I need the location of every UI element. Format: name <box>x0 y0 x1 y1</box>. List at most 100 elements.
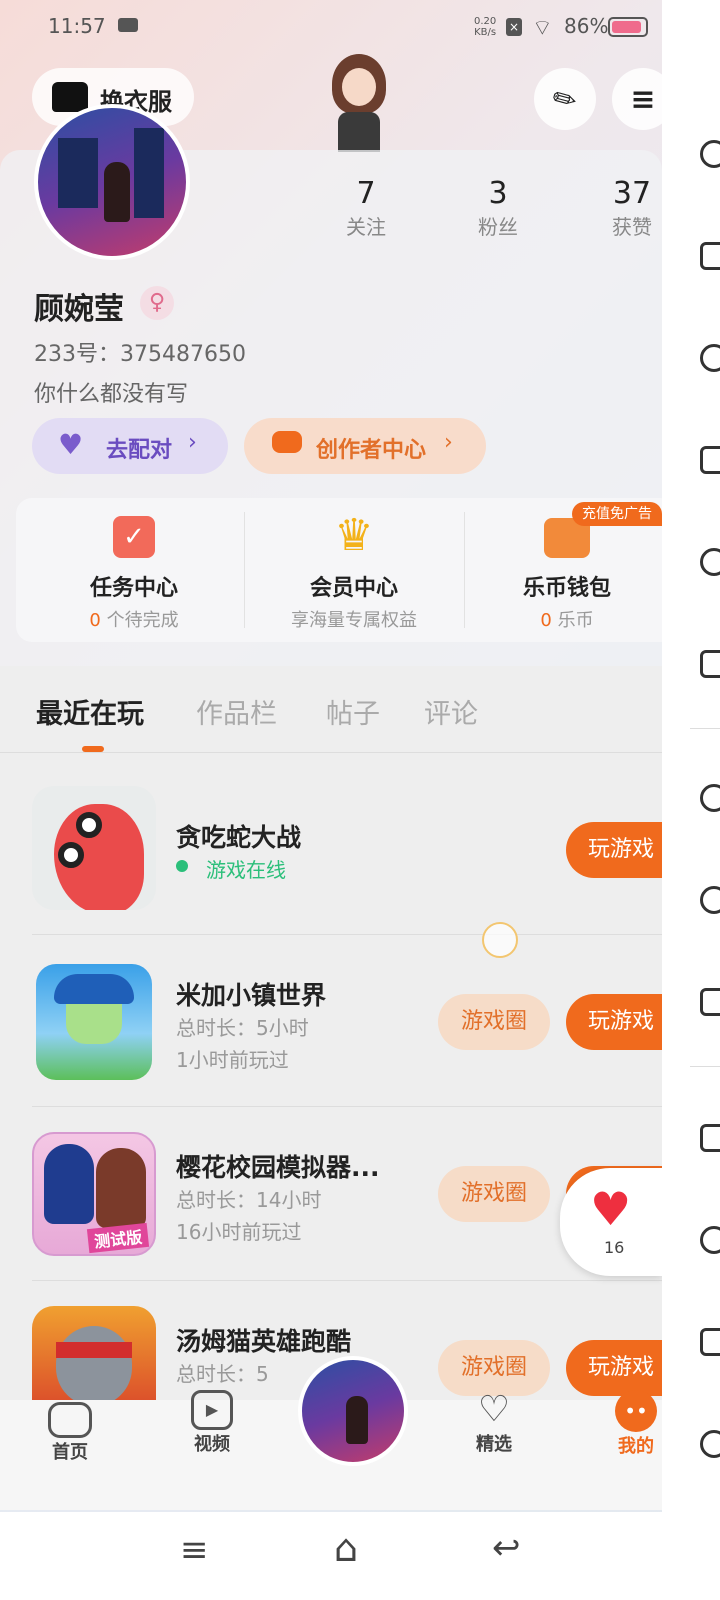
game-playtime: 总时长：5小时 <box>176 1016 309 1040</box>
nav-video[interactable]: ▶ 视频 <box>172 1390 252 1456</box>
nav-home[interactable]: 首页 <box>30 1402 110 1464</box>
divider <box>0 752 662 753</box>
play-game-button[interactable]: 玩游戏 <box>566 994 662 1050</box>
female-icon: ♀ <box>140 286 174 320</box>
pencil-icon: ✎ <box>546 78 584 120</box>
service-title: 乐币钱包 <box>522 576 611 601</box>
service-subtitle: 0 个待完成 <box>34 606 234 632</box>
vip-center[interactable]: ♛ 会员中心 享海量专属权益 <box>254 512 454 632</box>
tab-works[interactable]: 作品栏 <box>196 692 277 731</box>
game-playtime: 总时长：14小时 <box>176 1188 322 1212</box>
recent-apps-icon[interactable]: ≡ <box>180 1530 209 1570</box>
home-icon[interactable]: ⌂ <box>334 1526 358 1570</box>
menu-icon: ≡ <box>630 81 656 117</box>
wallet[interactable]: 乐币钱包 0 乐币 <box>474 512 660 632</box>
star-icon[interactable] <box>700 886 720 914</box>
heart-icon: ♥ <box>58 428 84 461</box>
stat-fans[interactable]: 3 粉丝 <box>458 176 538 240</box>
stat-label: 获赞 <box>612 215 652 239</box>
friends-icon[interactable] <box>700 548 720 576</box>
divider <box>690 728 720 729</box>
recharge-badge: 充值免广告 <box>572 502 662 526</box>
stat-following[interactable]: 7 关注 <box>326 176 406 240</box>
beta-tag: 测试版 <box>86 1222 150 1254</box>
game-circle-button[interactable]: 游戏圈 <box>438 1340 550 1396</box>
gamepad-icon <box>272 431 302 453</box>
like-count: 16 <box>604 1238 625 1257</box>
game-playtime: 总时长：5 <box>176 1362 269 1386</box>
pair-label: 去配对 <box>106 438 173 463</box>
game-row[interactable]: 米加小镇世界 总时长：5小时 1小时前玩过 游戏圈 玩游戏 <box>0 946 662 1106</box>
nav-mine[interactable]: •• 我的 <box>596 1390 662 1458</box>
user-icon[interactable] <box>700 140 720 168</box>
back-icon[interactable]: ↩ <box>492 1528 521 1568</box>
pair-button[interactable]: ♥ 去配对 › <box>32 418 228 474</box>
game-circle-button[interactable]: 游戏圈 <box>438 994 550 1050</box>
divider <box>32 1106 662 1107</box>
divider <box>244 512 245 628</box>
creator-center-button[interactable]: 创作者中心 › <box>244 418 486 474</box>
net-speed-value: 0.20 <box>474 16 497 27</box>
menu-button[interactable]: ≡ <box>612 68 662 130</box>
avatar-character[interactable] <box>324 54 394 152</box>
like-float-button[interactable]: ♥ 16 <box>560 1168 662 1276</box>
task-center[interactable]: ✓ 任务中心 0 个待完成 <box>34 512 234 632</box>
game-row[interactable]: 贪吃蛇大战 游戏在线 玩游戏 <box>0 770 662 934</box>
chevron-right-icon: › <box>188 430 197 455</box>
cloud-icon[interactable] <box>700 1226 720 1254</box>
service-title: 任务中心 <box>89 576 178 601</box>
service-subtitle: 享海量专属权益 <box>291 610 417 631</box>
net-speed: 0.20 KB/s <box>474 16 496 38</box>
divider <box>690 1066 720 1067</box>
system-nav-bar: ≡ ⌂ ↩ <box>0 1512 662 1600</box>
clock-icon[interactable] <box>700 344 720 372</box>
more-dots-icon: •• <box>615 1390 657 1432</box>
game-title: 汤姆猫英雄跑酷 <box>176 1327 352 1356</box>
shirt-icon <box>52 82 88 112</box>
wifi-icon: ⌔ <box>532 16 553 41</box>
service-count: 0 <box>540 610 552 631</box>
bag-icon[interactable] <box>700 242 720 270</box>
location-icon[interactable] <box>700 784 720 812</box>
play-game-button[interactable]: 玩游戏 <box>566 1340 662 1396</box>
game-icon[interactable] <box>700 1124 720 1152</box>
tab-comments[interactable]: 评论 <box>424 692 478 731</box>
profile-avatar[interactable] <box>34 104 190 260</box>
stat-value: 37 <box>612 176 652 211</box>
calendar-check-icon: ✓ <box>113 516 155 558</box>
edit-button[interactable]: ✎ <box>534 68 596 130</box>
stat-value: 7 <box>356 176 376 211</box>
service-sub-text: 乐币 <box>557 610 594 631</box>
stat-likes[interactable]: 37 获赞 <box>592 176 662 240</box>
chevron-right-icon: › <box>444 430 453 455</box>
game-status: 游戏在线 <box>206 858 286 882</box>
profile-id: 233号：375487650 <box>34 342 246 367</box>
divider <box>32 934 662 935</box>
nav-featured[interactable]: ♡ 精选 <box>454 1390 534 1456</box>
online-dot <box>176 860 188 872</box>
battery-text: 86% <box>564 14 609 38</box>
play-game-button[interactable]: 玩游戏 <box>566 822 662 878</box>
center-avatar-button[interactable] <box>298 1356 408 1466</box>
shop-icon[interactable] <box>700 446 720 474</box>
service-sub-text: 个待完成 <box>106 610 179 631</box>
tab-posts[interactable]: 帖子 <box>326 692 380 731</box>
video-record-icon <box>118 18 138 32</box>
settings-icon[interactable] <box>700 1430 720 1458</box>
crown-icon: ♛ <box>334 510 374 561</box>
gamepad-icon <box>48 1402 92 1438</box>
gift-icon[interactable] <box>700 1328 720 1356</box>
sim-off-icon: × <box>506 18 522 36</box>
phone-icon[interactable] <box>700 988 720 1016</box>
game-circle-button[interactable]: 游戏圈 <box>438 1166 550 1222</box>
status-time: 11:57 <box>48 14 106 38</box>
tab-recent[interactable]: 最近在玩 <box>36 692 144 731</box>
profile-bio[interactable]: 你什么都没有写 <box>34 376 188 408</box>
nav-label: 视频 <box>194 1434 230 1455</box>
heart-icon: ♥ <box>590 1182 632 1236</box>
status-bar: 11:57 0.20 KB/s × ⌔ 86% <box>0 0 662 58</box>
game-icon-snake <box>32 786 156 910</box>
scan-icon[interactable] <box>700 650 720 678</box>
bottom-nav: 首页 ▶ 视频 ♡ 精选 •• 我的 <box>0 1356 662 1510</box>
profile-name: 顾婉莹 <box>34 292 124 327</box>
